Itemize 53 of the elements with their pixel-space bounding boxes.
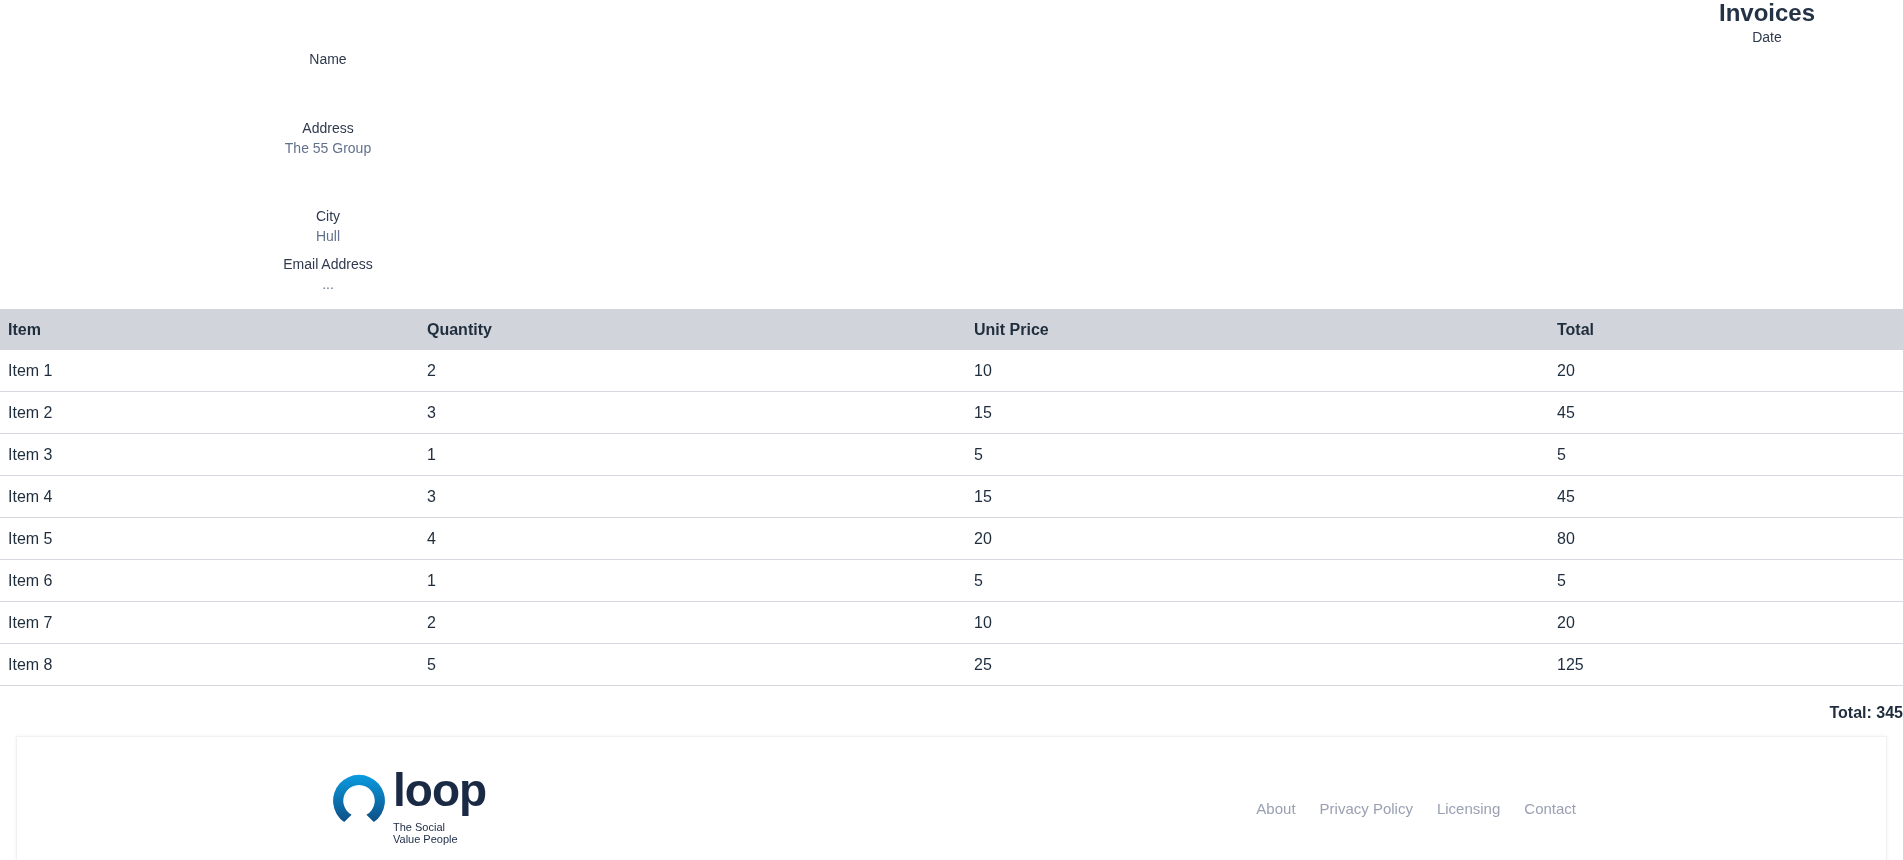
table-cell: Item 1	[0, 350, 419, 392]
table-cell: Item 3	[0, 433, 419, 476]
page-title: Invoices	[1717, 0, 1816, 26]
table-cell: 3	[419, 475, 966, 518]
table-cell: 2	[419, 350, 966, 392]
footer-link[interactable]: Contact	[1524, 800, 1576, 817]
table-cell: 5	[966, 433, 1549, 476]
footer-link[interactable]: Privacy Policy	[1319, 800, 1413, 817]
date-label: Date	[1751, 28, 1783, 47]
field-label: Address	[301, 119, 355, 138]
table-cell: Item 4	[0, 475, 419, 518]
table-cell: 5	[1549, 559, 1903, 602]
table-cell: 5	[966, 559, 1549, 602]
table-cell: Item 6	[0, 559, 419, 602]
table-cell: 1	[419, 433, 966, 476]
table-cell: 125	[1549, 643, 1903, 686]
column-header: Quantity	[419, 309, 966, 350]
field-label: Email Address	[282, 255, 374, 274]
table-cell: 10	[966, 601, 1549, 644]
table-cell: Item 2	[0, 391, 419, 434]
grand-total: Total: 345	[1829, 704, 1903, 723]
field-label: City	[314, 207, 342, 226]
footer-link[interactable]: About	[1256, 800, 1296, 817]
column-header: Item	[0, 309, 419, 350]
table-cell: 20	[1549, 350, 1903, 392]
table-cell: 15	[966, 475, 1549, 518]
table-cell: 15	[966, 391, 1549, 434]
logo-wordmark: loop	[393, 763, 487, 817]
table-cell: 45	[1549, 391, 1903, 434]
footer-link[interactable]: Licensing	[1436, 800, 1501, 817]
table-cell: 10	[966, 350, 1549, 392]
table-cell: Item 7	[0, 601, 419, 644]
column-header: Total	[1549, 309, 1903, 350]
table-cell: 80	[1549, 517, 1903, 560]
field-value: Hull	[314, 227, 342, 246]
table-cell: 20	[966, 517, 1549, 560]
field-value: ...	[321, 275, 335, 294]
table-cell: 45	[1549, 475, 1903, 518]
field-label: Name	[308, 50, 348, 69]
column-header: Unit Price	[966, 309, 1549, 350]
field-value: The 55 Group	[283, 139, 373, 158]
table-cell: 5	[1549, 433, 1903, 476]
table-cell: 20	[1549, 601, 1903, 644]
table-cell: 2	[419, 601, 966, 644]
table-cell: 3	[419, 391, 966, 434]
table-cell: 25	[966, 643, 1549, 686]
ring-logo-icon	[331, 773, 387, 823]
table-cell: Item 5	[0, 517, 419, 560]
table-cell: 5	[419, 643, 966, 686]
logo-tagline: The Social Value People	[393, 821, 459, 845]
table-cell: 1	[419, 559, 966, 602]
table-cell: Item 8	[0, 643, 419, 686]
table-cell: 4	[419, 517, 966, 560]
